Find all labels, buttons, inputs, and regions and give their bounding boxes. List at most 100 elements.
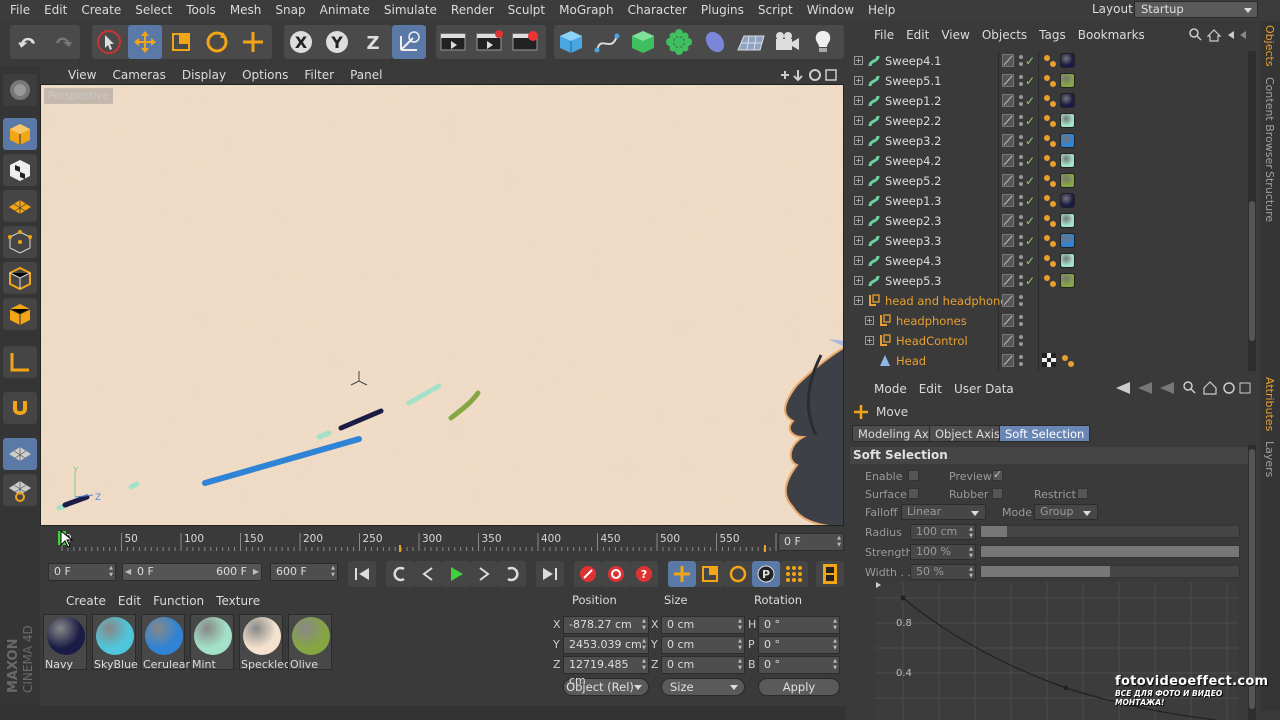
x-axis-lock-icon[interactable]: X: [284, 25, 318, 59]
menu-render[interactable]: Render: [444, 3, 501, 17]
enabled-check-icon[interactable]: ✓: [1025, 154, 1035, 168]
viewport-menu-options[interactable]: Options: [234, 68, 296, 82]
material-cerulear[interactable]: Cerulear: [141, 614, 190, 671]
object-name[interactable]: Sweep5.1: [885, 74, 941, 88]
size-field[interactable]: 0 cm: [661, 656, 745, 674]
material-speckled[interactable]: Speckled: [239, 614, 291, 671]
object-row[interactable]: + Sweep3.3 ✓: [848, 231, 1246, 251]
enabled-check-icon[interactable]: ✓: [1025, 214, 1035, 228]
object-name[interactable]: Sweep1.2: [885, 94, 941, 108]
attribute-menu-user-data[interactable]: User Data: [948, 382, 1020, 396]
radius-field[interactable]: 100 cm: [910, 524, 976, 540]
size-field[interactable]: 0 cm: [661, 616, 745, 634]
object-menu-bookmarks[interactable]: Bookmarks: [1072, 28, 1151, 42]
object-row[interactable]: + Sweep2.2 ✓: [848, 111, 1246, 131]
menu-mesh[interactable]: Mesh: [223, 3, 269, 17]
phong-tag-icon[interactable]: [1042, 253, 1058, 269]
prev-key-icon[interactable]: [386, 561, 414, 587]
visibility-toggle-icon[interactable]: [1002, 354, 1014, 367]
object-menu-file[interactable]: File: [868, 28, 900, 42]
object-row[interactable]: + Sweep4.3 ✓: [848, 251, 1246, 271]
model-mode-icon[interactable]: [3, 118, 37, 150]
enabled-check-icon[interactable]: ✓: [1025, 254, 1035, 268]
object-name[interactable]: HeadControl: [896, 334, 968, 348]
object-name[interactable]: Sweep5.2: [885, 174, 941, 188]
width-field[interactable]: 50 %: [910, 564, 976, 580]
phong-tag-icon[interactable]: [1042, 113, 1058, 129]
enable-checkbox[interactable]: [908, 470, 919, 481]
phong-tag-icon[interactable]: [1060, 353, 1076, 369]
visibility-toggle-icon[interactable]: [1002, 334, 1014, 347]
move-icon[interactable]: [128, 25, 162, 59]
material-skyblue[interactable]: SkyBlue: [92, 614, 138, 671]
menu-sculpt[interactable]: Sculpt: [501, 3, 552, 17]
phong-tag-icon[interactable]: [1042, 233, 1058, 249]
autokeying-icon[interactable]: [602, 561, 630, 587]
layer-dots-icon[interactable]: [1018, 134, 1024, 147]
layer-dots-icon[interactable]: [1018, 254, 1024, 267]
restrict-checkbox[interactable]: [1077, 488, 1088, 499]
object-name[interactable]: Sweep3.2: [885, 134, 941, 148]
go-to-start-icon[interactable]: [348, 561, 376, 587]
phong-tag-icon[interactable]: [1042, 73, 1058, 89]
expand-icon[interactable]: +: [854, 236, 863, 245]
strength-field[interactable]: 100 %: [910, 544, 976, 560]
timeline-window-icon[interactable]: [816, 561, 844, 587]
z-axis-lock-icon[interactable]: Z: [356, 25, 390, 59]
expand-icon[interactable]: +: [854, 256, 863, 265]
enabled-check-icon[interactable]: ✓: [1025, 94, 1035, 108]
layer-dots-icon[interactable]: [1018, 74, 1024, 87]
edges-mode-icon[interactable]: [3, 262, 37, 294]
object-name[interactable]: Sweep5.3: [885, 274, 941, 288]
layer-dots-icon[interactable]: [1018, 194, 1024, 207]
expand-icon[interactable]: +: [854, 136, 863, 145]
key-scale-icon[interactable]: [696, 561, 724, 587]
enabled-check-icon[interactable]: ✓: [1025, 174, 1035, 188]
menu-snap[interactable]: Snap: [268, 3, 312, 17]
object-row[interactable]: + Sweep5.3 ✓: [848, 271, 1246, 291]
material-tag-icon[interactable]: [1060, 213, 1075, 228]
timeline[interactable]: 050100150200250300350400450500550600 0 F: [40, 527, 846, 557]
object-row[interactable]: + Sweep4.2 ✓: [848, 151, 1246, 171]
object-name[interactable]: Sweep1.3: [885, 194, 941, 208]
rotation-field[interactable]: 0 °: [758, 636, 840, 654]
expand-icon[interactable]: +: [854, 116, 863, 125]
cube-icon[interactable]: [554, 25, 588, 59]
material-menu-function[interactable]: Function: [147, 594, 210, 608]
expand-icon[interactable]: +: [854, 276, 863, 285]
current-frame-field[interactable]: 0 F: [778, 533, 844, 551]
expand-icon[interactable]: +: [854, 296, 863, 305]
object-name[interactable]: Sweep2.3: [885, 214, 941, 228]
side-tab-objects[interactable]: Objects: [1263, 25, 1276, 67]
play-icon[interactable]: [442, 561, 470, 587]
layer-dots-icon[interactable]: [1018, 314, 1024, 327]
layer-dots-icon[interactable]: [1018, 94, 1024, 107]
visibility-toggle-icon[interactable]: [1002, 214, 1014, 227]
key-rotation-icon[interactable]: [724, 561, 752, 587]
attribute-menu-mode[interactable]: Mode: [868, 382, 913, 396]
layer-dots-icon[interactable]: [1018, 174, 1024, 187]
undo-icon[interactable]: [10, 25, 44, 59]
object-row[interactable]: + Sweep5.2 ✓: [848, 171, 1246, 191]
key-position-icon[interactable]: [668, 561, 696, 587]
object-name[interactable]: Sweep2.2: [885, 114, 941, 128]
phong-tag-icon[interactable]: [1042, 173, 1058, 189]
attribute-nav-icons[interactable]: [1116, 380, 1256, 396]
phong-tag-icon[interactable]: [1042, 193, 1058, 209]
object-list-scrollbar[interactable]: [1248, 51, 1256, 371]
object-manager-tool-icons[interactable]: [1188, 27, 1258, 43]
subdivision-icon[interactable]: [626, 25, 660, 59]
floor-icon[interactable]: [734, 25, 768, 59]
object-menu-view[interactable]: View: [935, 28, 975, 42]
phong-tag-icon[interactable]: [1042, 93, 1058, 109]
frame-range-slider[interactable]: ◀ 0 F 600 F ▶: [122, 563, 262, 581]
material-tag-icon[interactable]: [1060, 53, 1075, 68]
timeline-ruler[interactable]: 050100150200250300350400450500550600: [50, 527, 780, 557]
layer-dots-icon[interactable]: [1018, 354, 1024, 367]
points-mode-icon[interactable]: [3, 226, 37, 258]
surface-checkbox[interactable]: [908, 488, 919, 499]
object-row[interactable]: + head and headphones: [848, 291, 1246, 311]
material-menu-texture[interactable]: Texture: [210, 594, 266, 608]
object-row[interactable]: + Sweep3.2 ✓: [848, 131, 1246, 151]
menu-character[interactable]: Character: [621, 3, 694, 17]
